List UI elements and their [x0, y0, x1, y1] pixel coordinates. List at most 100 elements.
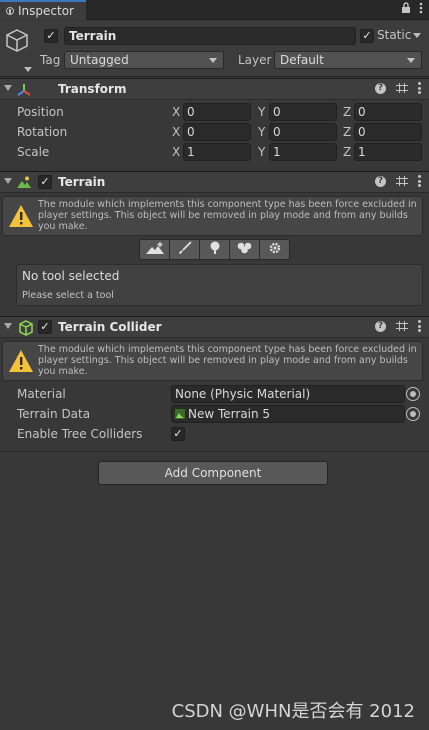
axis-y-label: Y: [258, 145, 266, 159]
rotation-x-field[interactable]: 0: [183, 123, 251, 141]
warning-icon: [8, 204, 34, 228]
menu-icon[interactable]: [418, 82, 421, 94]
terrain-collider-title: Terrain Collider: [58, 320, 162, 334]
gameobject-icon[interactable]: [4, 27, 30, 53]
object-picker-icon[interactable]: [406, 387, 420, 401]
transform-title: Transform: [58, 82, 127, 96]
tag-value: Untagged: [70, 53, 129, 67]
terrain-data-icon: [175, 407, 185, 423]
tab-label: Inspector: [18, 4, 74, 18]
position-z-field[interactable]: 0: [354, 103, 422, 121]
layer-dropdown[interactable]: Default: [274, 51, 422, 69]
terrain-data-field[interactable]: New Terrain 5: [171, 405, 405, 423]
menu-icon[interactable]: [418, 175, 421, 187]
axis-x-label: X: [172, 125, 181, 139]
terrain-enabled-checkbox[interactable]: ✓: [38, 175, 52, 189]
tree-icon: [207, 241, 223, 258]
terrain-data-value: New Terrain 5: [188, 407, 271, 421]
tag-label: Tag: [40, 53, 61, 67]
collider-enabled-checkbox[interactable]: ✓: [38, 320, 52, 334]
tag-dropdown[interactable]: Untagged: [64, 51, 224, 69]
axis-z-label: Z: [343, 125, 352, 139]
help-icon[interactable]: ?: [375, 175, 386, 187]
rotation-z-field[interactable]: 0: [354, 123, 422, 141]
collider-warning-box: The module which implements this compone…: [2, 341, 423, 381]
tool-status-title: No tool selected: [22, 269, 120, 283]
preset-icon[interactable]: [396, 82, 408, 94]
detail-icon: [236, 241, 254, 258]
scale-z-field[interactable]: 1: [354, 143, 422, 161]
gameobject-header: ✓ Terrain ✓ Static Tag Untagged Layer De…: [0, 21, 429, 77]
static-label: Static: [377, 28, 412, 42]
transform-icon: [16, 82, 32, 101]
enable-tree-colliders-label: Enable Tree Colliders: [17, 427, 143, 441]
layer-label: Layer: [238, 53, 272, 67]
axis-x-label: X: [172, 105, 181, 119]
paint-icon: [177, 241, 193, 258]
rotation-label: Rotation: [17, 125, 68, 139]
chevron-down-icon[interactable]: [24, 67, 32, 72]
detail-tool-button[interactable]: [229, 239, 260, 260]
tab-inspector[interactable]: Inspector: [0, 0, 86, 20]
static-checkbox[interactable]: ✓: [360, 29, 374, 43]
terrain-data-label: Terrain Data: [17, 407, 91, 421]
axis-y-label: Y: [258, 105, 266, 119]
axis-x-label: X: [172, 145, 181, 159]
position-y-field[interactable]: 0: [269, 103, 337, 121]
collider-icon: [18, 320, 34, 339]
foldout-arrow-icon[interactable]: [4, 323, 12, 329]
terrain-collider-header[interactable]: ✓ Terrain Collider ?: [0, 316, 429, 338]
material-value: None (Physic Material): [175, 387, 311, 401]
material-field[interactable]: None (Physic Material): [171, 385, 405, 403]
preset-icon[interactable]: [396, 175, 408, 187]
help-icon[interactable]: ?: [375, 82, 386, 94]
chevron-down-icon: [407, 58, 415, 63]
warning-icon: [8, 349, 34, 373]
scale-y-field[interactable]: 1: [269, 143, 337, 161]
collider-warning-text: The module which implements this compone…: [38, 344, 417, 377]
rotation-y-field[interactable]: 0: [269, 123, 337, 141]
terrain-warning-box: The module which implements this compone…: [2, 196, 423, 236]
terrain-title: Terrain: [58, 175, 106, 189]
chevron-down-icon: [209, 58, 217, 63]
settings-icon: [268, 241, 282, 258]
raise-terrain-icon: [145, 241, 165, 258]
foldout-arrow-icon[interactable]: [4, 85, 12, 91]
material-label: Material: [17, 387, 66, 401]
position-x-field[interactable]: 0: [183, 103, 251, 121]
menu-icon[interactable]: [418, 320, 421, 332]
tool-status-hint: Please select a tool: [22, 290, 114, 301]
active-checkbox[interactable]: ✓: [44, 29, 58, 43]
terrain-icon: [16, 175, 32, 194]
tree-tool-button[interactable]: [199, 239, 230, 260]
enable-tree-colliders-checkbox[interactable]: ✓: [171, 427, 185, 441]
preset-icon[interactable]: [396, 320, 408, 332]
foldout-arrow-icon[interactable]: [4, 178, 12, 184]
terrain-header[interactable]: ✓ Terrain ?: [0, 171, 429, 193]
transform-header[interactable]: Transform ?: [0, 78, 429, 100]
terrain-toolbar: [139, 239, 290, 260]
terrain-warning-text: The module which implements this compone…: [38, 199, 417, 232]
axis-y-label: Y: [258, 125, 266, 139]
name-field[interactable]: Terrain: [64, 27, 356, 45]
add-component-button[interactable]: Add Component: [98, 461, 328, 485]
static-dropdown-arrow[interactable]: [413, 33, 421, 38]
position-label: Position: [17, 105, 64, 119]
tab-bar: Inspector: [0, 0, 429, 20]
scale-x-field[interactable]: 1: [183, 143, 251, 161]
axis-z-label: Z: [343, 145, 352, 159]
raise-terrain-tool-button[interactable]: [139, 239, 170, 260]
info-icon: [6, 7, 14, 15]
lock-icon[interactable]: [401, 2, 411, 17]
tool-info-box: No tool selected Please select a tool: [16, 264, 423, 306]
watermark: CSDN @WHN是否会有 2012: [171, 701, 415, 722]
object-picker-icon[interactable]: [406, 407, 420, 421]
axis-z-label: Z: [343, 105, 352, 119]
scale-label: Scale: [17, 145, 50, 159]
paint-tool-button[interactable]: [169, 239, 200, 260]
help-icon[interactable]: ?: [375, 320, 386, 332]
divider: [0, 451, 429, 452]
layer-value: Default: [280, 53, 324, 67]
menu-icon[interactable]: [419, 2, 423, 17]
settings-tool-button[interactable]: [259, 239, 290, 260]
